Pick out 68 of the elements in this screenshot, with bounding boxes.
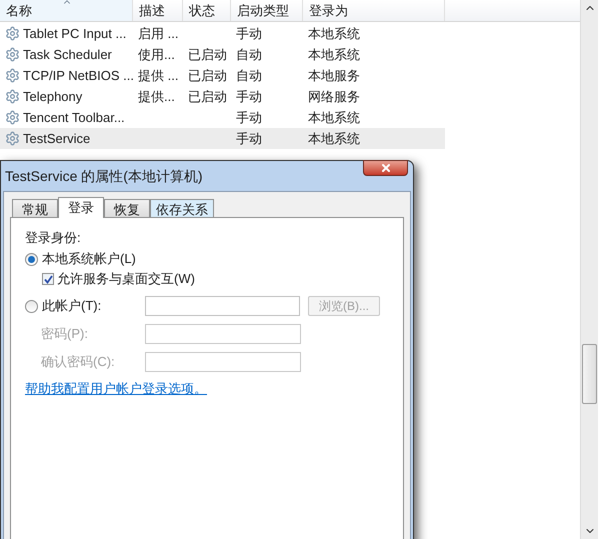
- tab[interactable]: 登录: [58, 197, 104, 218]
- service-row[interactable]: TCP/IP NetBIOS ... 提供 ... 已启动 自动 本地服务: [0, 65, 445, 86]
- table-cell-text: 自动: [236, 46, 262, 64]
- radio-button[interactable]: [25, 252, 38, 266]
- table-cell-text: TCP/IP NetBIOS ...: [23, 66, 134, 85]
- table-cell-text: 手动: [236, 88, 262, 106]
- column-header[interactable]: 状态: [183, 0, 231, 21]
- service-row[interactable]: Task Scheduler 使用... 已启动 自动 本地系统: [0, 44, 445, 65]
- radio-button[interactable]: [25, 300, 38, 312]
- table-cell-text: 启用 ...: [138, 24, 178, 43]
- scrollbar[interactable]: [580, 0, 598, 539]
- table-cell-text: 已启动: [188, 46, 227, 64]
- service-row[interactable]: Telephony 提供... 已启动 手动 网络服务: [0, 86, 445, 107]
- table-cell-text: 使用...: [138, 46, 175, 64]
- checkbox-label: 允许服务与桌面交互(W): [57, 270, 195, 288]
- tab[interactable]: 恢复: [104, 199, 150, 217]
- table-cell-text: 手动: [236, 108, 262, 127]
- gear-icon: [5, 89, 20, 104]
- column-header[interactable]: 描述: [133, 0, 183, 21]
- table-cell-text: 网络服务: [308, 88, 360, 106]
- gear-icon: [5, 68, 20, 83]
- section-label: 登录身份:: [25, 229, 82, 247]
- table-cell-text: TestService: [23, 130, 90, 148]
- close-button[interactable]: [363, 160, 408, 176]
- gear-icon: [5, 131, 20, 146]
- table-cell-text: 提供...: [138, 88, 175, 106]
- tab[interactable]: 常规: [12, 199, 58, 217]
- gear-icon: [5, 26, 20, 41]
- service-row[interactable]: Tablet PC Input ... 启用 ... 手动 本地系统: [0, 23, 445, 44]
- table-cell-text: Telephony: [23, 88, 82, 106]
- check-icon: [44, 274, 52, 284]
- table-cell-text: 本地系统: [308, 46, 360, 64]
- table-cell-text: 本地系统: [308, 24, 360, 43]
- scroll-thumb[interactable]: [582, 344, 597, 404]
- table-cell-text: 本地系统: [308, 108, 360, 127]
- table-cell-text: 手动: [236, 130, 262, 148]
- column-label: 名称: [6, 2, 32, 20]
- field-label: 密码(P):: [40, 325, 89, 344]
- field-label: 确认密码(C):: [40, 353, 116, 372]
- column-header[interactable]: 登录为: [303, 0, 445, 21]
- account-field[interactable]: [145, 296, 300, 316]
- table-cell-text: Tencent Toolbar...: [23, 108, 125, 127]
- close-icon: [380, 162, 392, 174]
- tab[interactable]: 依存关系: [150, 199, 214, 217]
- table-cell-text: 本地服务: [308, 66, 360, 85]
- column-label: 登录为: [309, 2, 348, 20]
- service-row[interactable]: Tencent Toolbar... 手动 本地系统: [0, 107, 445, 128]
- table-cell-text: Task Scheduler: [23, 46, 112, 64]
- table-cell-text: 提供 ...: [138, 66, 178, 85]
- column-header[interactable]: 名称: [0, 0, 133, 21]
- gear-icon: [5, 47, 20, 62]
- service-row[interactable]: TestService 手动 本地系统: [0, 128, 445, 149]
- table-cell-text: 自动: [236, 66, 262, 85]
- column-label: 启动类型: [237, 2, 289, 20]
- column-header[interactable]: 启动类型: [231, 0, 303, 21]
- column-label: 状态: [189, 2, 215, 20]
- table-cell-text: 已启动: [188, 66, 227, 85]
- help-link[interactable]: 帮助我配置用户帐户登录选项。: [25, 379, 207, 399]
- window-title: TestService 的属性(本地计算机): [5, 167, 203, 186]
- table-cell-text: 本地系统: [308, 130, 360, 148]
- radio-label: 本地系统帐户(L): [42, 250, 136, 268]
- checkbox[interactable]: [42, 273, 54, 285]
- table-cell-text: 手动: [236, 24, 262, 43]
- column-label: 描述: [139, 2, 165, 20]
- table-cell-text: 已启动: [188, 88, 227, 106]
- radio-label: 此帐户(T):: [42, 297, 102, 316]
- table-cell-text: Tablet PC Input ...: [23, 24, 126, 43]
- gear-icon: [5, 110, 20, 125]
